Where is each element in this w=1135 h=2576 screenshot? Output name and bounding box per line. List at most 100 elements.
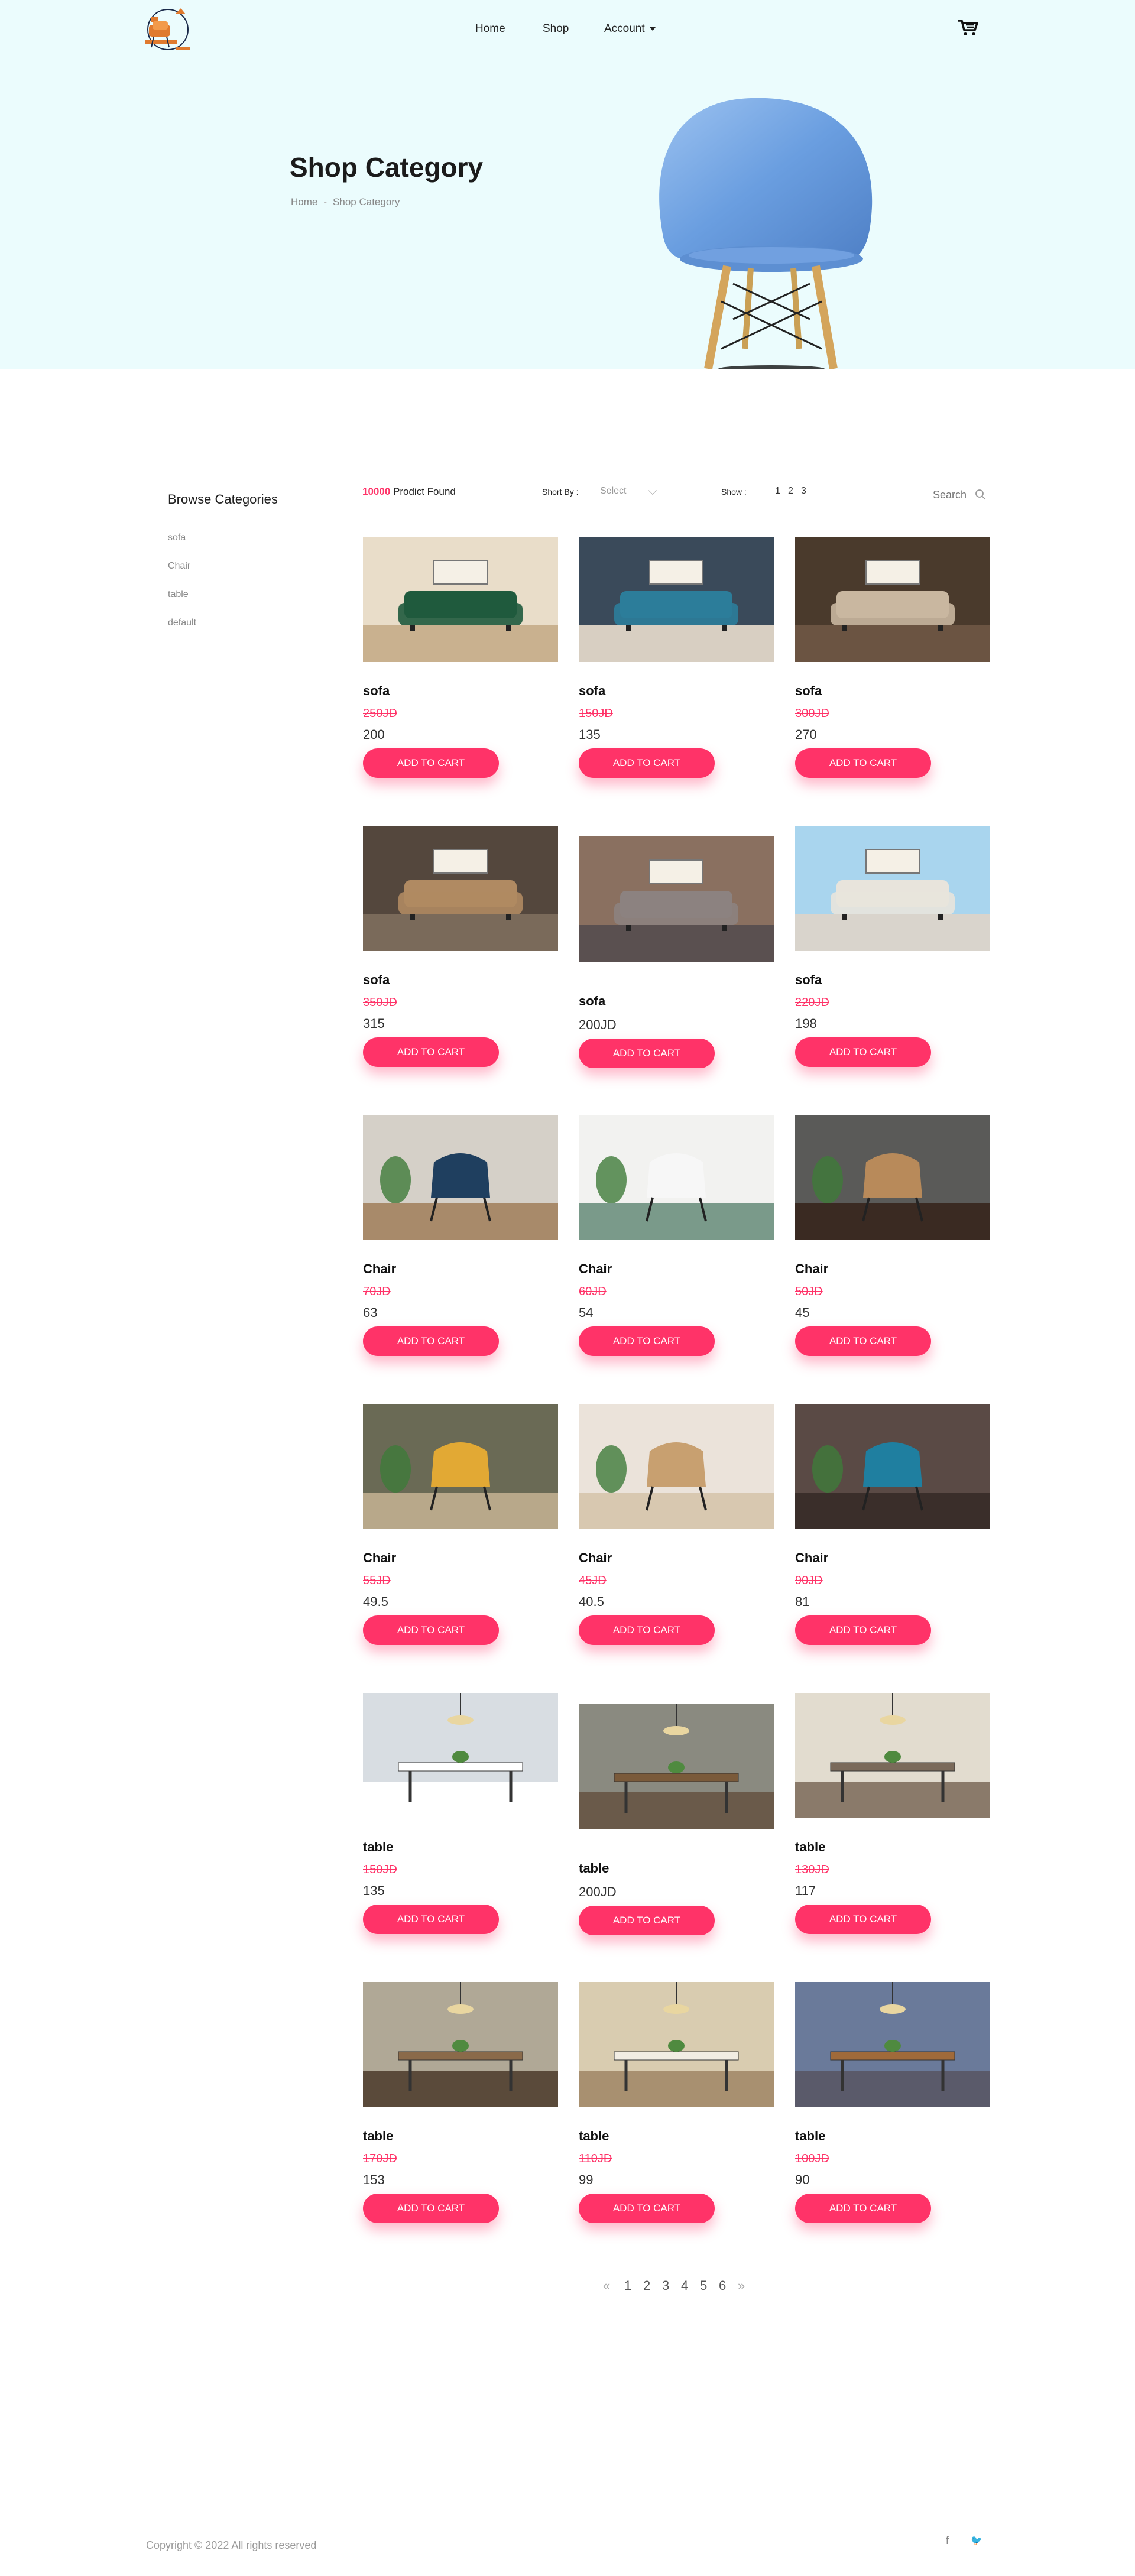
show-option-2[interactable]: 2 — [788, 486, 793, 497]
pagination-page-5[interactable]: 5 — [700, 2278, 707, 2293]
pagination-page-1[interactable]: 1 — [624, 2278, 631, 2293]
add-to-cart-button[interactable]: ADD TO CART — [579, 748, 715, 778]
add-to-cart-button[interactable]: ADD TO CART — [795, 1326, 931, 1356]
add-to-cart-button[interactable]: ADD TO CART — [795, 2194, 931, 2223]
product-card: table 100JD 90 ADD TO CART — [795, 1982, 990, 2223]
product-name[interactable]: table — [363, 2129, 558, 2144]
add-to-cart-button[interactable]: ADD TO CART — [363, 1326, 499, 1356]
pagination-page-2[interactable]: 2 — [643, 2278, 650, 2293]
product-name[interactable]: table — [579, 2129, 774, 2144]
search-icon[interactable] — [975, 489, 987, 501]
product-name[interactable]: sofa — [795, 972, 990, 988]
product-card: sofa 300JD 270 ADD TO CART — [795, 537, 990, 778]
category-item-table[interactable]: table — [168, 588, 322, 616]
add-to-cart-button[interactable]: ADD TO CART — [363, 1037, 499, 1067]
product-name[interactable]: Chair — [579, 1261, 774, 1277]
add-to-cart-button[interactable]: ADD TO CART — [363, 2194, 499, 2223]
add-to-cart-button[interactable]: ADD TO CART — [795, 1037, 931, 1067]
product-name[interactable]: sofa — [795, 683, 990, 699]
pagination-next[interactable]: » — [738, 2278, 745, 2293]
pagination-page-4[interactable]: 4 — [681, 2278, 688, 2293]
product-image[interactable] — [363, 537, 558, 662]
product-price: 200JD — [579, 1884, 617, 1899]
breadcrumb-home[interactable]: Home — [291, 196, 317, 207]
product-name[interactable]: table — [579, 1861, 774, 1876]
cart-icon[interactable] — [958, 19, 978, 37]
product-image[interactable] — [579, 836, 774, 962]
product-old-price: 220JD — [795, 996, 829, 1009]
add-to-cart-button[interactable]: ADD TO CART — [579, 2194, 715, 2223]
product-count-number: 10000 — [362, 486, 391, 497]
product-image[interactable] — [579, 1404, 774, 1529]
product-image[interactable] — [795, 826, 990, 951]
add-to-cart-button[interactable]: ADD TO CART — [795, 748, 931, 778]
product-old-price: 90JD — [795, 1574, 823, 1587]
product-image[interactable] — [579, 1115, 774, 1240]
product-card: Chair 55JD 49.5 ADD TO CART — [363, 1404, 558, 1645]
product-price: 99 — [579, 2172, 594, 2187]
add-to-cart-button[interactable]: ADD TO CART — [363, 1615, 499, 1645]
product-name[interactable]: sofa — [363, 972, 558, 988]
show-option-1[interactable]: 1 — [775, 486, 780, 497]
nav-home[interactable]: Home — [475, 22, 505, 35]
product-name[interactable]: table — [795, 2129, 990, 2144]
product-image[interactable] — [795, 537, 990, 662]
add-to-cart-button[interactable]: ADD TO CART — [795, 1905, 931, 1934]
product-card: sofa 250JD 200 ADD TO CART — [363, 537, 558, 778]
product-image[interactable] — [363, 1115, 558, 1240]
product-name[interactable]: Chair — [795, 1261, 990, 1277]
product-name[interactable]: sofa — [579, 994, 774, 1009]
add-to-cart-button[interactable]: ADD TO CART — [579, 1039, 715, 1068]
product-image[interactable] — [795, 1982, 990, 2107]
add-to-cart-button[interactable]: ADD TO CART — [363, 1905, 499, 1934]
product-card: Chair 60JD 54 ADD TO CART — [579, 1115, 774, 1356]
product-image[interactable] — [363, 1404, 558, 1529]
search-input[interactable] — [878, 487, 967, 502]
product-card: table 130JD 117 ADD TO CART — [795, 1693, 990, 1934]
product-card: sofa 220JD 198 ADD TO CART — [795, 826, 990, 1067]
product-price: 135 — [579, 727, 601, 742]
add-to-cart-button[interactable]: ADD TO CART — [363, 748, 499, 778]
category-item-chair[interactable]: Chair — [168, 559, 322, 588]
add-to-cart-button[interactable]: ADD TO CART — [579, 1906, 715, 1935]
product-name[interactable]: sofa — [579, 683, 774, 699]
add-to-cart-button[interactable]: ADD TO CART — [795, 1615, 931, 1645]
product-image[interactable] — [363, 826, 558, 951]
product-name[interactable]: table — [795, 1839, 990, 1855]
category-item-default[interactable]: default — [168, 616, 322, 644]
search-box — [878, 484, 989, 507]
product-name[interactable]: sofa — [363, 683, 558, 699]
product-image[interactable] — [579, 1704, 774, 1829]
product-name[interactable]: table — [363, 1839, 558, 1855]
nav-shop[interactable]: Shop — [543, 22, 569, 35]
product-old-price: 110JD — [579, 2152, 612, 2165]
add-to-cart-button[interactable]: ADD TO CART — [579, 1326, 715, 1356]
breadcrumb-separator: - — [323, 196, 327, 207]
product-name[interactable]: Chair — [795, 1550, 990, 1566]
product-image[interactable] — [795, 1404, 990, 1529]
product-price: 200JD — [579, 1017, 617, 1032]
category-item-sofa[interactable]: sofa — [168, 531, 322, 559]
add-to-cart-button[interactable]: ADD TO CART — [579, 1615, 715, 1645]
product-card: sofa 200JD ADD TO CART — [579, 836, 774, 1068]
product-image[interactable] — [363, 1693, 558, 1818]
product-name[interactable]: Chair — [363, 1261, 558, 1277]
twitter-icon[interactable]: 🐦 — [971, 2535, 982, 2546]
product-image[interactable] — [795, 1115, 990, 1240]
product-image[interactable] — [795, 1693, 990, 1818]
product-name[interactable]: Chair — [579, 1550, 774, 1566]
product-image[interactable] — [579, 1982, 774, 2107]
product-old-price: 150JD — [579, 707, 613, 720]
pagination-page-3[interactable]: 3 — [662, 2278, 669, 2293]
product-image[interactable] — [579, 537, 774, 662]
sort-select[interactable]: Select — [600, 486, 665, 497]
facebook-icon[interactable]: f — [946, 2535, 949, 2547]
show-option-3[interactable]: 3 — [801, 486, 806, 497]
pagination-page-6[interactable]: 6 — [719, 2278, 726, 2293]
product-name[interactable]: Chair — [363, 1550, 558, 1566]
chevron-down-icon — [649, 27, 656, 31]
nav-account[interactable]: Account — [604, 22, 656, 35]
pagination-prev[interactable]: « — [603, 2278, 610, 2293]
product-count-label: Prodict Found — [393, 486, 456, 497]
product-image[interactable] — [363, 1982, 558, 2107]
